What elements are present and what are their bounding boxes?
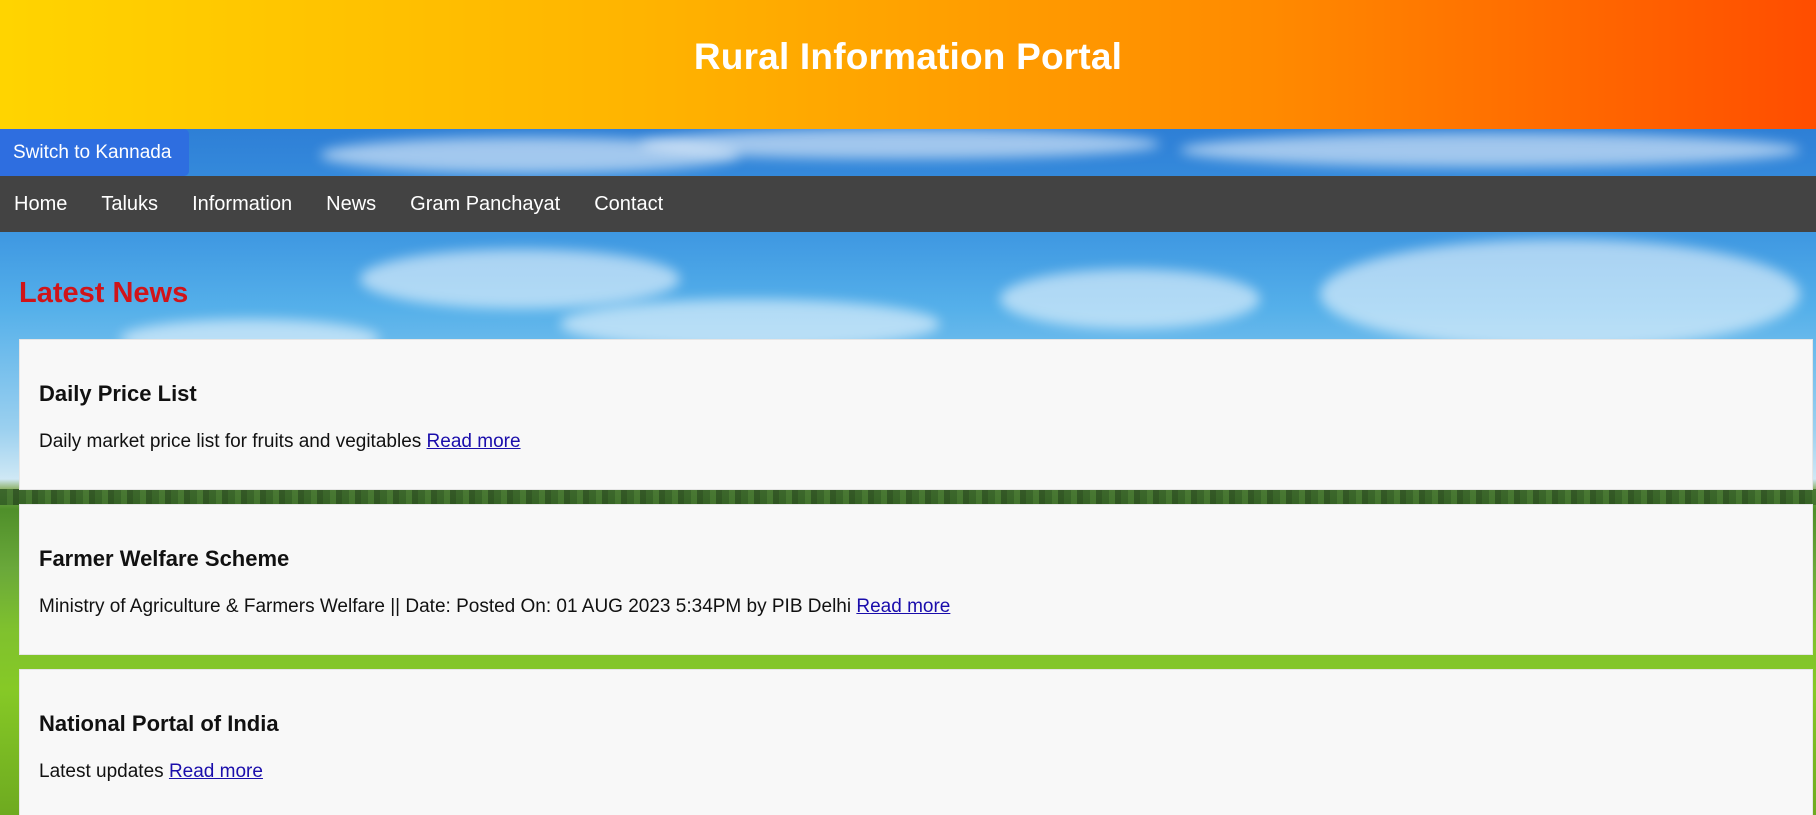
- news-title: National Portal of India: [39, 711, 279, 736]
- news-description-text: Ministry of Agriculture & Farmers Welfar…: [39, 596, 852, 617]
- news-card: National Portal of India Latest updates …: [19, 669, 1813, 815]
- read-more-link[interactable]: Read more: [427, 431, 521, 452]
- latest-news-heading: Latest News: [19, 277, 189, 309]
- main-nav: Home Taluks Information News Gram Pancha…: [0, 176, 1816, 232]
- news-description: Ministry of Agriculture & Farmers Welfar…: [39, 596, 1793, 618]
- site-title: Rural Information Portal: [693, 35, 1123, 77]
- news-description: Daily market price list for fruits and v…: [39, 431, 1793, 453]
- nav-item-home[interactable]: Home: [0, 193, 86, 216]
- nav-item-taluks[interactable]: Taluks: [87, 193, 177, 216]
- nav-item-contact[interactable]: Contact: [580, 193, 682, 216]
- news-description: Latest updates Read more: [39, 761, 1793, 783]
- cloud-shape: [1180, 133, 1800, 167]
- nav-item-news[interactable]: News: [312, 193, 395, 216]
- cloud-shape: [640, 129, 1160, 159]
- read-more-link[interactable]: Read more: [169, 761, 263, 782]
- news-list: Daily Price List Daily market price list…: [19, 339, 1813, 815]
- nav-item-gram-panchayat[interactable]: Gram Panchayat: [396, 193, 579, 216]
- switch-language-button[interactable]: Switch to Kannada: [0, 129, 190, 176]
- cloud-shape: [1320, 239, 1800, 349]
- news-description-text: Daily market price list for fruits and v…: [39, 431, 422, 452]
- nav-item-information[interactable]: Information: [178, 193, 311, 216]
- news-card: Farmer Welfare Scheme Ministry of Agricu…: [19, 504, 1813, 655]
- cloud-shape: [360, 249, 680, 309]
- news-description-text: Latest updates: [39, 761, 164, 782]
- news-card: Daily Price List Daily market price list…: [19, 339, 1813, 490]
- news-title: Farmer Welfare Scheme: [39, 546, 290, 571]
- read-more-link[interactable]: Read more: [856, 596, 950, 617]
- news-title: Daily Price List: [39, 381, 197, 406]
- cloud-shape: [1000, 269, 1260, 329]
- site-header: Rural Information Portal: [0, 0, 1816, 129]
